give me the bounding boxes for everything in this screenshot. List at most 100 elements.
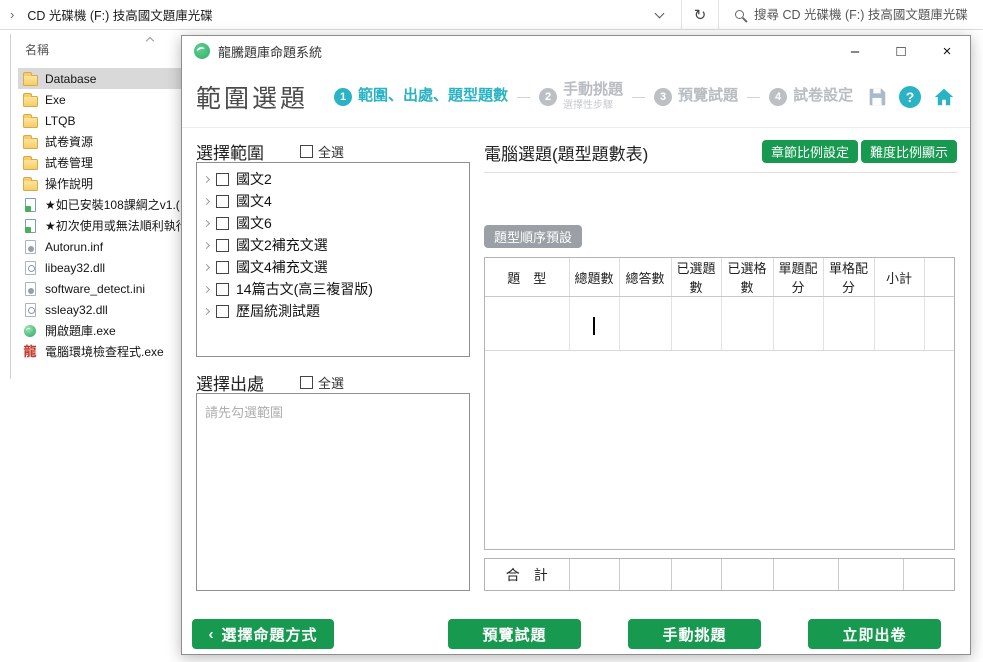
address-dropdown-chevron-icon[interactable] <box>655 8 665 18</box>
help-icon[interactable]: ? <box>899 86 921 108</box>
file-row-software-detect[interactable]: software_detect.ini <box>18 278 181 299</box>
search-icon <box>735 10 744 19</box>
total-row: 合 計 <box>484 558 955 591</box>
tree-item-guowen4[interactable]: 國文4 <box>197 190 469 212</box>
folder-icon <box>22 71 38 87</box>
generate-exam-button[interactable]: 立即出卷 <box>808 619 941 649</box>
cell-points-per-question[interactable] <box>773 297 823 351</box>
cell-question-type[interactable] <box>485 297 569 351</box>
tree-item-guowen6[interactable]: 國文6 <box>197 212 469 234</box>
step-3-circle: 3 <box>654 88 672 106</box>
tree-item-label: 14篇古文(高三複習版) <box>236 279 373 299</box>
tree-checkbox[interactable] <box>216 239 229 252</box>
file-row-instructions[interactable]: 操作說明 <box>18 173 181 194</box>
title-bar: 龍騰題庫命題系統 – □ × <box>182 36 970 66</box>
app-logo-icon <box>194 43 210 59</box>
total-cell <box>671 559 721 590</box>
scope-select-all[interactable]: 全選 <box>300 142 344 161</box>
file-row-ssleay[interactable]: ssleay32.dll <box>18 299 181 320</box>
tree-item-past-exams[interactable]: 歷屆統測試題 <box>197 300 469 322</box>
col-selected-blanks: 已選格數 <box>721 258 773 297</box>
search-box[interactable] <box>718 0 983 30</box>
back-to-method-button[interactable]: ‹ 選擇命題方式 <box>192 619 334 649</box>
expand-chevron-icon[interactable] <box>203 219 210 226</box>
file-row-env-check[interactable]: 龍電腦環境檢查程式.exe <box>18 341 181 362</box>
app-window: 龍騰題庫命題系統 – □ × 範圍選題 1 範圍、出處、題型題數 — 2 手動挑… <box>181 35 971 655</box>
step-2-label: 手動挑題 選擇性步驟 <box>563 82 623 111</box>
breadcrumb-chevron-icon[interactable]: › <box>10 7 14 22</box>
tree-checkbox[interactable] <box>216 173 229 186</box>
file-row-exe[interactable]: Exe <box>18 89 181 110</box>
step-separator: — <box>632 89 645 104</box>
name-column-header[interactable]: 名稱 <box>25 41 49 58</box>
file-row-note2[interactable]: ★初次使用或無法順利執行 <box>18 215 181 236</box>
scope-select-all-checkbox[interactable] <box>300 145 313 158</box>
step-2-subtitle: 選擇性步驟 <box>563 100 623 111</box>
step-4-label: 試卷設定 <box>793 88 853 105</box>
search-input[interactable] <box>754 8 974 22</box>
cell-selected-blanks[interactable] <box>721 297 773 351</box>
tree-item-guowen2[interactable]: 國文2 <box>197 168 469 190</box>
expand-chevron-icon[interactable] <box>203 307 210 314</box>
back-button-label: 選擇命題方式 <box>221 624 317 645</box>
expand-chevron-icon[interactable] <box>203 285 210 292</box>
manual-pick-button[interactable]: 手動挑題 <box>628 619 761 649</box>
expand-chevron-icon[interactable] <box>203 241 210 248</box>
expand-chevron-icon[interactable] <box>203 197 210 204</box>
step-2-title: 手動挑題 <box>563 82 623 99</box>
close-button[interactable]: × <box>924 36 970 66</box>
file-row-exam-resources[interactable]: 試卷資源 <box>18 131 181 152</box>
step-3-label: 預覽試題 <box>678 88 738 105</box>
difficulty-ratio-button[interactable]: 難度比例顯示 <box>861 140 957 163</box>
cell-points-per-blank[interactable] <box>823 297 874 351</box>
cell-subtotal[interactable] <box>874 297 924 351</box>
source-section-header: 選擇出處 全選 <box>196 370 470 395</box>
tree-checkbox[interactable] <box>216 195 229 208</box>
config-file-icon <box>22 239 38 255</box>
folder-icon <box>22 176 38 192</box>
file-row-libeay[interactable]: libeay32.dll <box>18 257 181 278</box>
step-separator: — <box>747 89 760 104</box>
file-row-open-bank[interactable]: 開啟題庫.exe <box>18 320 181 341</box>
preview-questions-button[interactable]: 預覽試題 <box>448 619 581 649</box>
source-select-all-label: 全選 <box>318 373 344 392</box>
tree-checkbox[interactable] <box>216 283 229 296</box>
text-caret <box>593 317 595 335</box>
scope-select-all-label: 全選 <box>318 142 344 161</box>
source-list-box[interactable]: 請先勾選範圍 <box>196 393 470 591</box>
save-icon[interactable] <box>866 86 888 108</box>
file-row-note1[interactable]: ★如已安裝108課綱之v1.( <box>18 194 181 215</box>
folder-icon <box>22 92 38 108</box>
chapter-ratio-button[interactable]: 章節比例設定 <box>762 140 858 163</box>
home-icon[interactable] <box>932 86 956 108</box>
cell-total-questions[interactable] <box>569 297 619 351</box>
file-name: software_detect.ini <box>45 282 145 296</box>
refresh-icon[interactable]: ↻ <box>682 6 718 24</box>
tree-item-14-classics[interactable]: 14篇古文(高三複習版) <box>197 278 469 300</box>
cell-total-answers[interactable] <box>619 297 671 351</box>
sort-ascending-icon[interactable] <box>146 37 154 45</box>
expand-chevron-icon[interactable] <box>203 175 210 182</box>
file-row-database[interactable]: Database <box>18 68 181 89</box>
breadcrumb[interactable]: CD 光碟機 (F:) 技高國文題庫光碟 <box>27 5 212 24</box>
question-order-preset-button[interactable]: 題型順序預設 <box>484 225 582 248</box>
tree-checkbox[interactable] <box>216 305 229 318</box>
tree-checkbox[interactable] <box>216 261 229 274</box>
file-row-ltqb[interactable]: LTQB <box>18 110 181 131</box>
minimize-button[interactable]: – <box>832 36 878 66</box>
file-name: libeay32.dll <box>45 261 105 275</box>
expand-chevron-icon[interactable] <box>203 263 210 270</box>
scope-title: 選擇範圍 <box>196 139 264 164</box>
tree-checkbox[interactable] <box>216 217 229 230</box>
source-select-all[interactable]: 全選 <box>300 373 344 392</box>
file-name: ssleay32.dll <box>45 303 108 317</box>
file-row-autorun[interactable]: Autorun.inf <box>18 236 181 257</box>
tree-item-guowen2-supplement[interactable]: 國文2補充文選 <box>197 234 469 256</box>
maximize-button[interactable]: □ <box>878 36 924 66</box>
file-row-exam-management[interactable]: 試卷管理 <box>18 152 181 173</box>
text-doc-icon <box>22 197 38 213</box>
cell-selected-questions[interactable] <box>671 297 721 351</box>
source-select-all-checkbox[interactable] <box>300 376 313 389</box>
col-selected-questions: 已選題數 <box>671 258 721 297</box>
tree-item-guowen4-supplement[interactable]: 國文4補充文選 <box>197 256 469 278</box>
